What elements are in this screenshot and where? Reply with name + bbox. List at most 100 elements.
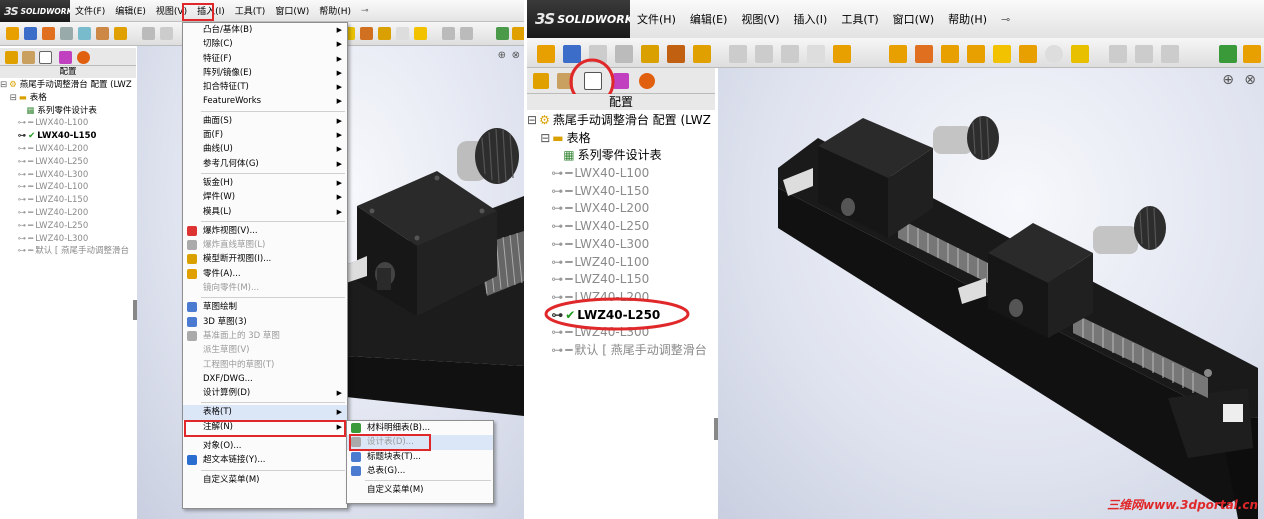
display-manager-tab-icon[interactable]: [77, 51, 90, 64]
tb-icon-b[interactable]: [360, 27, 373, 40]
menu-item[interactable]: 扣合特征(T) ▶: [183, 80, 347, 94]
config-item[interactable]: ⊶ ━ LWZ40-L150: [0, 194, 136, 207]
menu-6[interactable]: 帮助(H): [314, 4, 356, 17]
pin-icon[interactable]: ⊸: [356, 6, 374, 16]
configuration-manager-tab-icon[interactable]: [39, 51, 52, 64]
collapse-icon[interactable]: ⊟: [527, 113, 539, 127]
config-item[interactable]: ⊶ ━ LWZ40-L100: [0, 181, 136, 194]
intersect-icon-large[interactable]: [833, 45, 851, 63]
menu-0[interactable]: 文件(F): [70, 4, 110, 17]
menu-0[interactable]: 文件(H): [630, 11, 683, 27]
menu-item[interactable]: 设计算例(D) ▶: [183, 386, 347, 400]
menu-item[interactable]: 曲面(S) ▶: [183, 114, 347, 128]
property-manager-tab-icon[interactable]: [22, 51, 35, 64]
tb-icon-j[interactable]: [1109, 45, 1127, 63]
menu-item[interactable]: DXF/DWG...: [183, 372, 347, 386]
menu-6[interactable]: 帮助(H): [941, 11, 994, 27]
tree-root[interactable]: ⊟ ⚙ 燕尾手动调整滑台 配置 (LWZ: [0, 79, 136, 92]
curve-icon-large[interactable]: [889, 45, 907, 63]
menu-item[interactable]: 切除(C) ▶: [183, 37, 347, 51]
zoom-area-icon[interactable]: ⊗: [512, 50, 520, 61]
cut-icon[interactable]: [78, 27, 91, 40]
config-item[interactable]: ⊶ ━ LWX40-L150: [527, 183, 715, 201]
rib-icon-large[interactable]: [729, 45, 747, 63]
tables-folder[interactable]: ⊟ ▬ 表格: [527, 130, 715, 148]
menu-item[interactable]: 自定义菜单(M): [183, 473, 347, 487]
menu-item[interactable]: 模具(L) ▶: [183, 205, 347, 219]
draft-icon[interactable]: [160, 27, 173, 40]
menu-item[interactable]: 表格(T) ▶: [183, 405, 347, 420]
menu-5[interactable]: 窗口(W): [270, 4, 314, 17]
config-item[interactable]: ⊶ ━ LWX40-L200: [0, 143, 136, 156]
menu-item[interactable]: FeatureWorks ▶: [183, 94, 347, 108]
wrap-icon-large[interactable]: [807, 45, 825, 63]
zoom-fit-icon[interactable]: ⊕: [498, 50, 506, 61]
tb-icon-e[interactable]: [414, 27, 427, 40]
config-item[interactable]: ⊶ ━ LWX40-L250: [0, 156, 136, 169]
menu-item[interactable]: 模型断开视图(I)...: [183, 252, 347, 266]
dome-icon-large[interactable]: [781, 45, 799, 63]
loft-icon[interactable]: [60, 27, 73, 40]
tb-icon-g[interactable]: [460, 27, 473, 40]
extrude-icon[interactable]: [6, 27, 19, 40]
rib-icon[interactable]: [142, 27, 155, 40]
tb-icon-f[interactable]: [442, 27, 455, 40]
menu-item[interactable]: 参考几何体(G) ▶: [183, 157, 347, 171]
collapse-icon[interactable]: ⊟: [10, 93, 19, 103]
menu-item[interactable]: 曲线(U) ▶: [183, 142, 347, 156]
loft-icon-large[interactable]: [615, 45, 633, 63]
design-table-item[interactable]: ▦ 系列零件设计表: [527, 147, 715, 165]
menu-item[interactable]: 派生草图(V): [183, 343, 347, 357]
sweep-icon[interactable]: [42, 27, 55, 40]
config-item[interactable]: ⊶ ━ LWX40-L300: [0, 169, 136, 182]
config-item[interactable]: ⊶ ━ LWZ40-L300: [0, 233, 136, 246]
dimxpert-tab-icon[interactable]: [59, 51, 72, 64]
menu-3[interactable]: 插入(I): [787, 11, 835, 27]
menu-4[interactable]: 工具(T): [230, 4, 271, 17]
menu-item[interactable]: 自定义菜单(M): [347, 483, 493, 497]
hole-icon[interactable]: [114, 27, 127, 40]
config-item[interactable]: ⊶ ━ LWX40-L250: [527, 218, 715, 236]
tables-folder[interactable]: ⊟ ▬ 表格: [0, 92, 136, 105]
tb-icon-l[interactable]: [1161, 45, 1179, 63]
tb-icon-n[interactable]: [1243, 45, 1261, 63]
revolve-icon[interactable]: [24, 27, 37, 40]
menu-item[interactable]: 对象(O)...: [183, 439, 347, 453]
menu-item[interactable]: 爆炸直线草图(L): [183, 238, 347, 252]
projected-icon-large[interactable]: [941, 45, 959, 63]
collapse-icon[interactable]: ⊟: [0, 80, 9, 90]
tb-icon-h[interactable]: [496, 27, 509, 40]
zoom-area-icon-large[interactable]: ⊗: [1244, 72, 1256, 88]
config-item[interactable]: ⊶ ━ LWZ40-L100: [527, 254, 715, 272]
zoom-fit-icon-large[interactable]: ⊕: [1222, 72, 1234, 88]
feature-manager-tab-icon-large[interactable]: [533, 73, 549, 89]
config-item[interactable]: ⊶ ━ LWZ40-L250: [0, 220, 136, 233]
menu-item[interactable]: 钣金(H) ▶: [183, 176, 347, 190]
tb-icon-m[interactable]: [1219, 45, 1237, 63]
composite-icon-large[interactable]: [993, 45, 1011, 63]
config-item[interactable]: ⊶ ━ LWX40-L200: [527, 200, 715, 218]
menu-4[interactable]: 工具(T): [834, 11, 885, 27]
menu-item[interactable]: 凸台/基体(B) ▶: [183, 23, 347, 37]
menu-5[interactable]: 窗口(W): [886, 11, 941, 27]
split-icon-large[interactable]: [915, 45, 933, 63]
fillet-icon[interactable]: [96, 27, 109, 40]
menu-item[interactable]: 草图绘制: [183, 300, 347, 314]
collapse-icon[interactable]: ⊟: [540, 131, 552, 145]
menu-item[interactable]: 工程图中的草图(T): [183, 358, 347, 372]
default-config-item[interactable]: ⊶ ━ 默认 [ 燕尾手动调整滑台: [527, 342, 715, 360]
menu-item[interactable]: 特征(F) ▶: [183, 52, 347, 66]
menu-item[interactable]: 标题块表(T)...: [347, 450, 493, 464]
config-item[interactable]: ⊶ ━ LWX40-L300: [527, 236, 715, 254]
menu-item[interactable]: 总表(G)...: [347, 464, 493, 478]
graphics-viewport-large[interactable]: ⊕ ⊗ 三维网www.3dportal.cn: [718, 68, 1264, 519]
menu-2[interactable]: 视图(V): [734, 11, 786, 27]
menu-item[interactable]: 爆炸视图(V)...: [183, 224, 347, 238]
menu-item[interactable]: 面(F) ▶: [183, 128, 347, 142]
fillet-icon-large[interactable]: [667, 45, 685, 63]
tb-icon-k[interactable]: [1135, 45, 1153, 63]
menu-item[interactable]: 基准面上的 3D 草图: [183, 329, 347, 343]
helix-icon-large[interactable]: [967, 45, 985, 63]
design-table-item[interactable]: ▦ 系列零件设计表: [0, 105, 136, 118]
draft-icon-large[interactable]: [755, 45, 773, 63]
